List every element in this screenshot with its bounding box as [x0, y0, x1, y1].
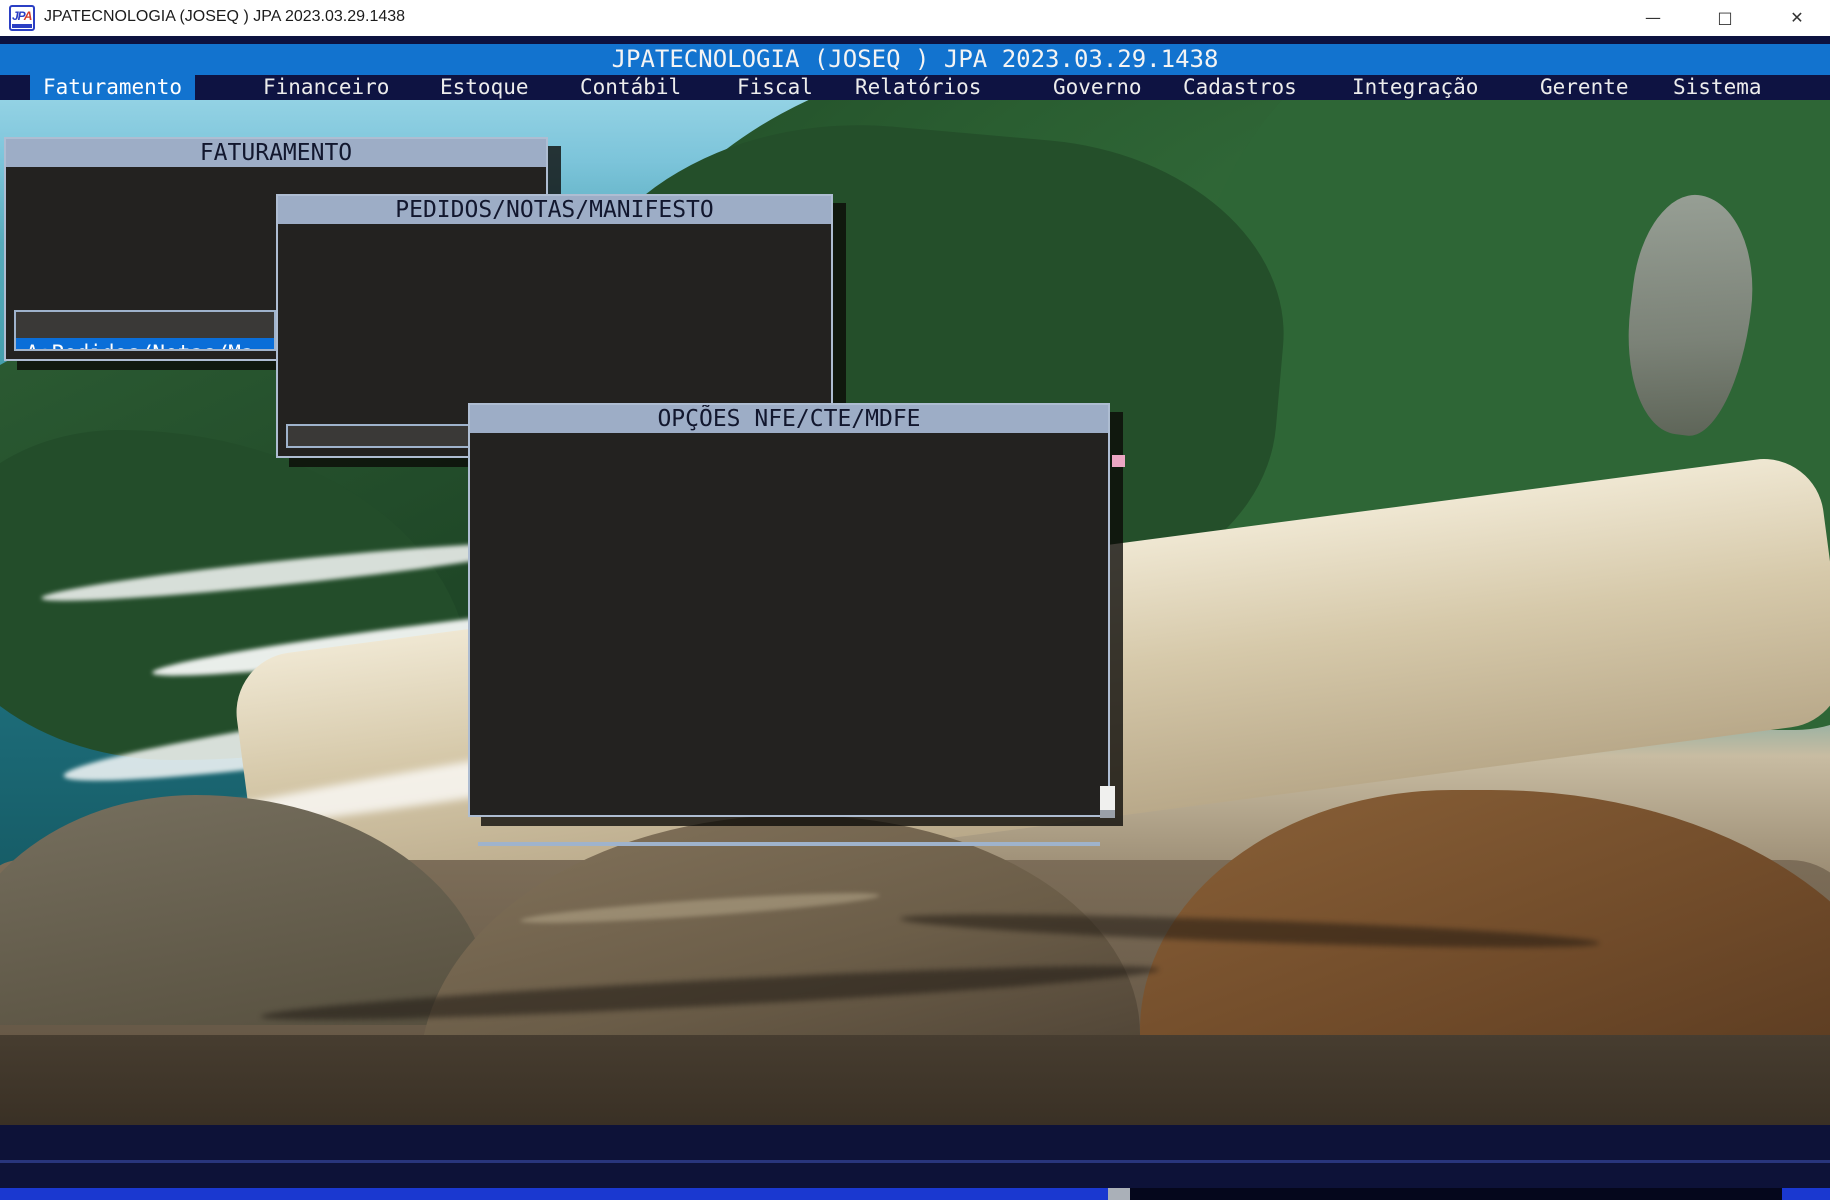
app-title-bar: JPATECNOLOGIA (JOSEQ ) JPA 2023.03.29.14… [0, 44, 1830, 75]
app-logo-text: JP [12, 9, 25, 23]
cursor-artifact-white [1100, 786, 1115, 810]
bottom-strip-blue-end [1782, 1188, 1830, 1200]
menu-financeiro[interactable]: Financeiro [263, 75, 389, 100]
menu-cadastros[interactable]: Cadastros [1183, 75, 1297, 100]
close-icon[interactable]: ✕ [1774, 0, 1820, 36]
menu-governo[interactable]: Governo [1053, 75, 1142, 100]
app-logo-icon: JPA [9, 5, 35, 31]
status-divider [0, 1160, 1830, 1163]
menu-window-body: A:Pedidos/Notas/Ma B:Boletos C:Preços/Co… [14, 310, 276, 351]
menu-integracao[interactable]: Integração [1352, 75, 1478, 100]
menu-window-title: FATURAMENTO [6, 139, 546, 167]
menu-window-opcoes-nfe-cte-mdfe: OPÇÕES NFE/CTE/MDFE A:Gera Dados para NF… [468, 403, 1110, 846]
os-titlebar: JPA JPATECNOLOGIA (JOSEQ ) JPA 2023.03.2… [0, 0, 1830, 36]
menu-window-title: OPÇÕES NFE/CTE/MDFE [470, 405, 1108, 433]
os-window-title: JPATECNOLOGIA (JOSEQ ) JPA 2023.03.29.14… [44, 8, 406, 25]
app-window: JPA JPATECNOLOGIA (JOSEQ ) JPA 2023.03.2… [0, 0, 1830, 1200]
maximize-icon[interactable]: □ [1702, 0, 1748, 36]
bottom-strip-dark-segment [1130, 1188, 1782, 1200]
menu-estoque[interactable]: Estoque [440, 75, 529, 100]
app-title: JPATECNOLOGIA (JOSEQ ) JPA 2023.03.29.14… [611, 45, 1219, 73]
minimize-icon[interactable]: — [1630, 0, 1676, 36]
bottom-progress-strip [0, 1188, 1108, 1200]
menu-item-pedidos-notas[interactable]: A:Pedidos/Notas/Ma [16, 338, 274, 349]
menu-window-body: A:Gera Dados para NFS-E / RPS B:Gera Dad… [478, 842, 1100, 846]
menu-faturamento[interactable]: Faturamento [30, 75, 196, 100]
cursor-artifact-pink [1112, 455, 1125, 467]
menu-bar: Faturamento Financeiro Estoque Contábil … [0, 75, 1830, 100]
cursor-artifact-gray [1100, 810, 1115, 818]
bottom-strip-gray-segment [1108, 1188, 1130, 1200]
menu-relatorios[interactable]: Relatórios [855, 75, 981, 100]
header-spacer [0, 36, 1830, 44]
menu-contabil[interactable]: Contábil [580, 75, 681, 100]
menu-sistema[interactable]: Sistema [1673, 75, 1762, 100]
menu-fiscal[interactable]: Fiscal [737, 75, 813, 100]
menu-window-title: PEDIDOS/NOTAS/MANIFESTO [278, 196, 831, 224]
menu-gerente[interactable]: Gerente [1540, 75, 1629, 100]
